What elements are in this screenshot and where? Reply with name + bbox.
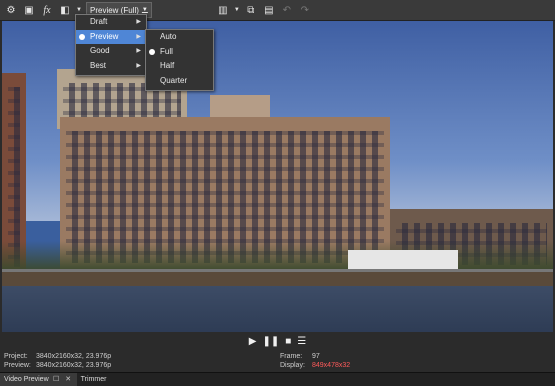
frame-info: Frame: 97 Display: 849x478x32 [280,352,350,370]
window-tabs: Video Preview ☐ ✕ Trimmer [0,372,555,386]
menu-item-good[interactable]: Good ▶ [76,44,146,59]
menu-item-label: Draft [90,17,108,26]
water [2,286,553,332]
menu-item-best[interactable]: Best ▶ [76,59,146,74]
menu-item-draft[interactable]: Draft ▶ [76,15,146,30]
chevron-down-icon: ▼ [141,7,148,13]
menu-item-quarter[interactable]: Quarter [146,74,213,89]
overlays-icon[interactable]: ▥ [216,3,230,17]
menu-item-preview[interactable]: Preview ▶ [76,29,146,44]
display-label: Display: [280,362,305,369]
stop-icon[interactable]: ■ [285,336,291,347]
menu-item-auto[interactable]: Auto [146,30,213,45]
close-icon[interactable]: ✕ [64,375,73,384]
preview-label: Preview: [4,362,31,369]
tab-label: Video Preview [4,376,49,383]
pause-icon[interactable]: ❚❚ [262,336,279,347]
tab-trimmer[interactable]: Trimmer [77,373,111,386]
submenu-arrow-icon: ▶ [136,62,141,69]
menu-item-label: Auto [160,32,177,41]
play-icon[interactable]: ▶ [249,336,257,347]
maximize-icon[interactable]: ☐ [52,375,61,384]
submenu-arrow-icon: ▶ [136,19,141,25]
radio-selected-icon [79,33,85,40]
preview-value: 3840x2160x32, 23.976p [36,362,112,369]
frame-label: Frame: [280,353,303,360]
tab-video-preview[interactable]: Video Preview ☐ ✕ [0,373,77,386]
frame-value: 97 [312,353,320,360]
project-value: 3840x2160x32, 23.976p [36,353,112,360]
preview-size-submenu: Auto Full Half Quarter [145,29,214,91]
project-info: Project: 3840x2160x32, 23.976p Preview: 38… [4,352,111,370]
dropdown-icon[interactable]: ▼ [234,3,240,17]
radio-selected-icon [149,48,155,55]
white-building [348,250,458,269]
redo-icon[interactable]: ↷ [298,3,312,17]
fx-icon[interactable]: fx [40,3,54,17]
split-screen-icon[interactable]: ◧ [58,3,72,17]
menu-item-label: Full [160,46,173,56]
copy-snapshot-icon[interactable]: ⧉ [244,3,258,17]
menu-item-full[interactable]: Full [146,45,213,60]
menu-item-label: Best [90,60,107,70]
menu-item-half[interactable]: Half [146,59,213,74]
external-monitor-icon[interactable]: ▣ [22,3,36,17]
project-label: Project: [4,353,28,360]
menu-icon[interactable]: ☰ [297,336,306,347]
submenu-arrow-icon: ▶ [136,33,141,40]
tab-label: Trimmer [80,376,107,383]
save-snapshot-icon[interactable]: ▤ [262,3,276,17]
trees [2,241,553,271]
menu-item-label: Good [90,46,110,55]
submenu-arrow-icon: ▶ [136,48,141,54]
menu-item-label: Quarter [160,75,188,85]
undo-icon[interactable]: ↶ [280,3,294,17]
display-value: 849x478x32 [312,362,351,369]
transport-controls: ▶ ❚❚ ■ ☰ [0,333,555,349]
menu-item-label: Half [160,61,175,70]
preview-quality-menu: Draft ▶ Preview ▶ Good ▶ Best ▶ [75,14,147,76]
preview-settings-icon[interactable]: ⚙ [4,3,18,17]
menu-item-label: Preview [90,31,119,41]
